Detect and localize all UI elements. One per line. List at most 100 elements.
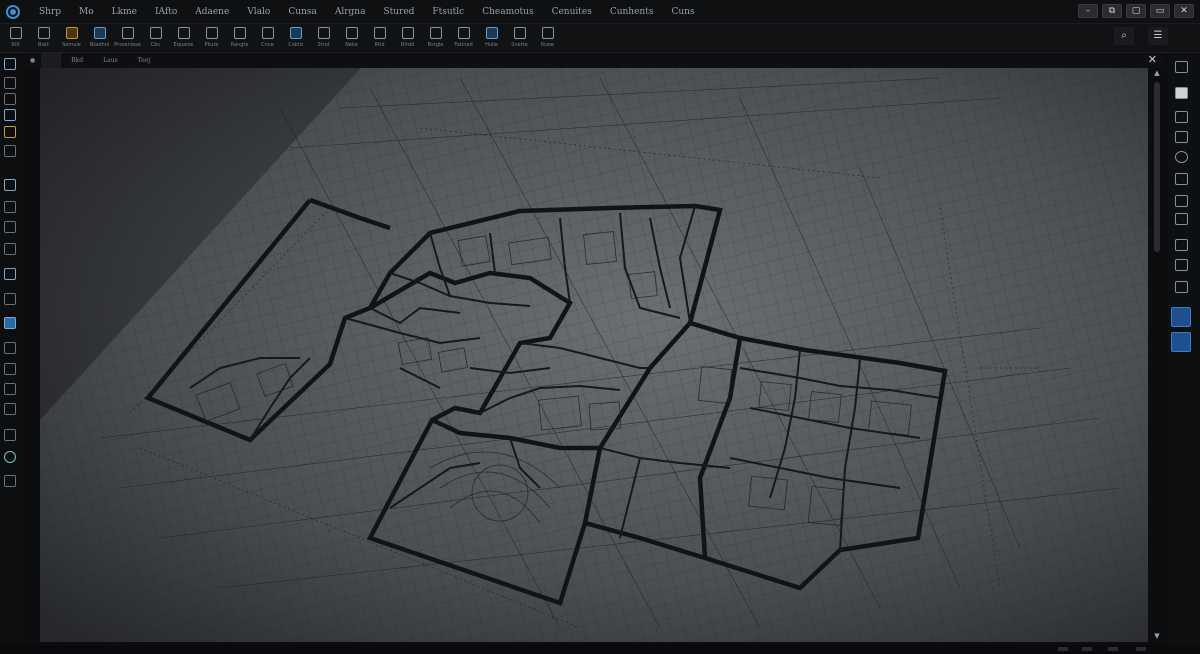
stair-icon <box>289 27 302 39</box>
status-indicator <box>1136 647 1146 651</box>
rotate-icon[interactable] <box>4 77 16 89</box>
ribbon-tool-10[interactable]: Cnce <box>255 24 280 53</box>
fill-icon[interactable] <box>4 317 16 329</box>
ribbon-tool-17[interactable]: Fatinad <box>451 24 476 53</box>
ribbon-tool-1[interactable]: Stlt <box>3 24 28 53</box>
close-icon[interactable]: ✕ <box>1148 54 1157 66</box>
ribbon-tool-label: Coktd <box>288 42 303 48</box>
app-logo-icon[interactable] <box>6 4 20 19</box>
ribbon-tool-label: Rangte <box>230 42 249 48</box>
close-window-button[interactable]: ✕ <box>1174 4 1194 18</box>
menu-item-8[interactable]: Alrgna <box>326 0 375 24</box>
measure-tool-icon[interactable] <box>4 342 16 354</box>
menu-item-4[interactable]: IAfto <box>146 0 186 24</box>
menu-item-5[interactable]: Adaene <box>186 0 238 24</box>
menu-item-2[interactable]: Mo <box>70 0 103 24</box>
menu-item-10[interactable]: Ftsutlc <box>423 0 473 24</box>
curve-icon[interactable] <box>4 363 16 375</box>
building-icon[interactable] <box>1171 332 1191 352</box>
menu-item-1[interactable]: Shrp <box>30 0 70 24</box>
grid-tool-icon[interactable] <box>4 179 16 191</box>
window-controls: – ⧉ ▢ ▭ ✕ <box>1078 4 1194 18</box>
heart-icon[interactable] <box>1175 131 1188 143</box>
menu-item-13[interactable]: Cunhents <box>601 0 663 24</box>
menu-item-3[interactable]: Lkme <box>103 0 146 24</box>
panel-icon[interactable] <box>4 243 16 255</box>
scroll-up-icon[interactable]: ▲ <box>1152 68 1162 78</box>
globe-tool-icon[interactable] <box>4 201 16 213</box>
room-icon <box>121 27 134 39</box>
navigator-icon[interactable] <box>1175 111 1188 123</box>
status-indicator <box>1058 647 1068 651</box>
menu-item-6[interactable]: Vlalo <box>238 0 279 24</box>
maximize-button[interactable]: ▢ <box>1126 4 1146 18</box>
photo-icon[interactable] <box>1175 259 1188 271</box>
ribbon-tool-15[interactable]: Rlrdd <box>395 24 420 53</box>
search-icon[interactable]: ⌕ <box>1114 27 1134 45</box>
ribbon-tool-label: Prsosnlase <box>114 42 141 48</box>
tab-teoj[interactable]: Teoj <box>128 53 161 68</box>
ribbon-tool-11[interactable]: Coktd <box>283 24 308 53</box>
cloud-icon[interactable] <box>1175 281 1188 293</box>
arc-icon[interactable] <box>4 383 16 395</box>
stair-tool-icon[interactable] <box>4 293 16 305</box>
menu-item-11[interactable]: Cheamotus <box>473 0 542 24</box>
minimize-button[interactable]: – <box>1078 4 1098 18</box>
menu-icon[interactable]: ☰ <box>1148 27 1168 45</box>
wall-icon <box>93 27 106 39</box>
properties-icon[interactable] <box>1175 61 1188 73</box>
camera-icon[interactable] <box>4 475 16 487</box>
ribbon-tool-6[interactable]: Cbc <box>143 24 168 53</box>
ribbon-tool-19[interactable]: Snette <box>507 24 532 53</box>
stack-icon <box>205 27 218 39</box>
drawing-canvas[interactable] <box>40 68 1148 642</box>
text-tool-icon[interactable] <box>4 403 16 415</box>
status-bar <box>0 645 1200 654</box>
layer-fill-icon[interactable] <box>1175 87 1188 99</box>
table-view-icon[interactable] <box>1175 173 1188 185</box>
wall-icon <box>429 27 442 39</box>
ribbon-tool-18[interactable]: Hulle <box>479 24 504 53</box>
ribbon-tool-14[interactable]: Rltd <box>367 24 392 53</box>
link-icon[interactable] <box>1175 195 1188 207</box>
scroll-down-icon[interactable]: ▼ <box>1152 631 1162 641</box>
ribbon-tool-16[interactable]: Rsrgle <box>423 24 448 53</box>
ribbon-tool-9[interactable]: Rangte <box>227 24 252 53</box>
line-icon[interactable] <box>4 93 16 105</box>
menu-item-7[interactable]: Cunsa <box>279 0 325 24</box>
home-tab-icon[interactable]: ● <box>24 53 41 68</box>
select-icon[interactable] <box>4 58 16 70</box>
ribbon-tool-8[interactable]: Pkute <box>199 24 224 53</box>
menu-item-9[interactable]: Stured <box>374 0 423 24</box>
refresh-icon[interactable] <box>4 451 16 463</box>
ribbon-tool-3[interactable]: Somule <box>59 24 84 53</box>
scrollbar-thumb[interactable] <box>1154 82 1160 252</box>
menu-item-14[interactable]: Cuns <box>662 0 703 24</box>
ribbon-tool-20[interactable]: Nuoe <box>535 24 560 53</box>
menu-item-12[interactable]: Cenuites <box>543 0 601 24</box>
tab-laus[interactable]: Laus <box>93 53 128 68</box>
ribbon-tool-2[interactable]: Bskt <box>31 24 56 53</box>
restore-button[interactable]: ⧉ <box>1102 4 1122 18</box>
display-settings-icon[interactable] <box>1171 307 1191 327</box>
image-icon[interactable] <box>4 145 16 157</box>
ribbon-tool-13[interactable]: Neke <box>339 24 364 53</box>
paint-icon[interactable] <box>4 126 16 138</box>
table-icon[interactable] <box>4 221 16 233</box>
image-view-icon[interactable] <box>1175 213 1188 225</box>
ribbon-tool-7[interactable]: Equalze <box>171 24 196 53</box>
tab-bkd[interactable]: Bkd <box>61 53 93 68</box>
door-tool-icon[interactable] <box>4 268 16 280</box>
ribbon-tool-4[interactable]: Ntadhrs <box>87 24 112 53</box>
tab-blank[interactable] <box>41 53 62 68</box>
wall-tool-icon[interactable] <box>4 109 16 121</box>
vertical-scrollbar[interactable] <box>1152 68 1162 642</box>
tools-icon[interactable] <box>1175 239 1188 251</box>
ribbon-tool-label: Neke <box>345 42 358 48</box>
ribbon-tool-12[interactable]: Strut <box>311 24 336 53</box>
info-icon[interactable] <box>1175 151 1188 163</box>
ribbon-tool-5[interactable]: Prsosnlase <box>114 24 141 53</box>
globe-icon <box>345 27 358 39</box>
dimension-icon[interactable] <box>4 429 16 441</box>
snap-button[interactable]: ▭ <box>1150 4 1170 18</box>
